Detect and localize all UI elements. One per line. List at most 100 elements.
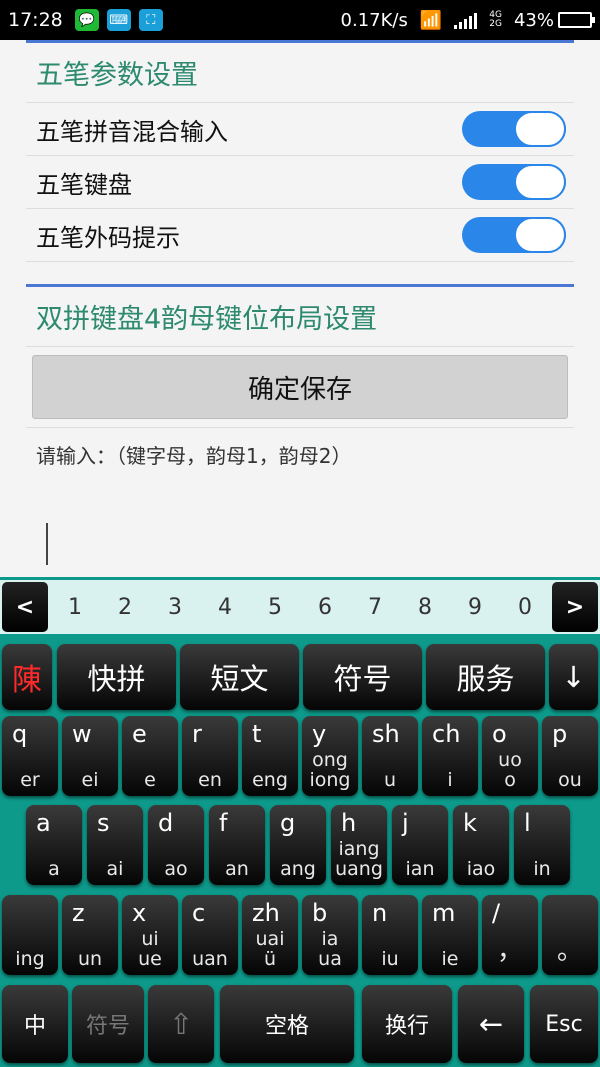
digit-key[interactable]: 2 [118, 595, 132, 620]
key-f[interactable]: f an [209, 805, 265, 885]
key-letter: t [252, 720, 262, 748]
wubi-code-hint-toggle[interactable] [462, 217, 566, 253]
key-finals: uo o [498, 749, 522, 791]
layout-input-field[interactable] [26, 520, 574, 580]
setting-label: 五笔拼音混合输入 [36, 117, 228, 146]
key-finals: u [383, 769, 397, 791]
duanwen-button[interactable]: 短文 [180, 644, 299, 710]
scroll-right-button[interactable]: > [552, 582, 598, 632]
key-finals: iu [381, 948, 399, 970]
key-s[interactable]: s ai [87, 805, 143, 885]
key-punct-9[interactable]: 。 [542, 895, 598, 975]
key-letter: l [524, 809, 531, 837]
key-letter: b [312, 899, 328, 927]
hide-keyboard-button[interactable]: ↓ [549, 644, 598, 710]
chinese-mode-key[interactable]: 中 [2, 985, 68, 1063]
keyboard-icon: ⌨ [106, 9, 131, 31]
digit-key[interactable]: 4 [218, 595, 232, 620]
setting-label: 五笔键盘 [36, 170, 132, 199]
setting-row-wubi-pinyin-mixed[interactable]: 五笔拼音混合输入 [26, 103, 574, 156]
key-finals: un [77, 948, 103, 970]
key-letter: k [463, 809, 477, 837]
key-z[interactable]: z un [62, 895, 118, 975]
key-j[interactable]: j ian [392, 805, 448, 885]
key-e[interactable]: ee [122, 716, 178, 796]
services-button[interactable]: 服务 [426, 644, 545, 710]
digit-key[interactable]: 0 [518, 595, 532, 620]
key-ch[interactable]: ch i [422, 716, 478, 796]
key-finals: in [533, 858, 551, 880]
key-zh[interactable]: zh uai ü [242, 895, 298, 975]
key-t[interactable]: t eng [242, 716, 298, 796]
key-a[interactable]: aa [26, 805, 82, 885]
key-r[interactable]: r en [182, 716, 238, 796]
key-/[interactable]: /， [482, 895, 538, 975]
key-q[interactable]: q er [2, 716, 58, 796]
key-l[interactable]: l in [514, 805, 570, 885]
key-finals: ai [106, 858, 124, 880]
key-finals: ei [81, 769, 99, 791]
key-m[interactable]: m ie [422, 895, 478, 975]
key-punct-0[interactable]: ing [2, 895, 58, 975]
key-letter: q [12, 720, 28, 748]
key-finals: iao [466, 858, 496, 880]
battery-percent: 43% [513, 9, 554, 31]
backspace-key[interactable]: ← [458, 985, 524, 1063]
key-finals: ie [441, 948, 459, 970]
digit-key[interactable]: 3 [168, 595, 182, 620]
save-button[interactable]: 确定保存 [32, 355, 568, 419]
input-hint: 请输入：（键字母，韵母1，韵母2） [36, 444, 352, 468]
symbol-mode-key[interactable]: 符号 [72, 985, 144, 1063]
key-p[interactable]: p ou [542, 716, 598, 796]
backspace-icon: ← [478, 1007, 504, 1041]
digit-key[interactable]: 6 [318, 595, 332, 620]
signal-icon [454, 11, 478, 29]
key-finals: a [48, 858, 60, 880]
key-letter: a [36, 809, 51, 837]
enter-key[interactable]: 换行 [362, 985, 452, 1063]
key-sh[interactable]: sh u [362, 716, 418, 796]
ime-logo-button[interactable]: 陳 [2, 644, 52, 710]
key-c[interactable]: c uan [182, 895, 238, 975]
key-letter: sh [372, 720, 400, 748]
key-letter: j [402, 809, 409, 837]
symbols-button[interactable]: 符号 [303, 644, 422, 710]
key-letter: c [192, 899, 206, 927]
key-finals: 。 [556, 936, 583, 966]
status-time: 17:28 [8, 9, 63, 31]
wubi-pinyin-mixed-toggle[interactable] [462, 111, 566, 147]
key-letter: g [280, 809, 296, 837]
digit-key[interactable]: 7 [368, 595, 382, 620]
setting-row-wubi-keyboard[interactable]: 五笔键盘 [26, 156, 574, 209]
digit-key[interactable]: 9 [468, 595, 482, 620]
ime-keyboard: < 1234567890 > 陳 快拼 短文 符号 服务 ↓ q er w ei e e r… [0, 577, 600, 1067]
esc-key[interactable]: Esc [530, 985, 598, 1063]
shift-key[interactable]: ⇧ [148, 985, 214, 1063]
shuangpin-section-title: 双拼键盘4韵母键位布局设置 [26, 287, 574, 347]
key-finals: eng [252, 769, 288, 791]
key-finals: e [144, 769, 156, 791]
key-g[interactable]: g ang [270, 805, 326, 885]
wubi-section-title: 五笔参数设置 [26, 43, 574, 103]
digit-key[interactable]: 1 [68, 595, 82, 620]
candidate-bar: < 1 2 3 4 5 6 7 8 9 0 > [0, 580, 600, 634]
key-w[interactable]: w ei [62, 716, 118, 796]
digit-key[interactable]: 8 [418, 595, 432, 620]
key-b[interactable]: b ia ua [302, 895, 358, 975]
digit-key[interactable]: 5 [268, 595, 282, 620]
key-o[interactable]: o uo o [482, 716, 538, 796]
kuaipin-button[interactable]: 快拼 [57, 644, 176, 710]
space-key[interactable]: 空格 [220, 985, 354, 1063]
key-d[interactable]: d ao [148, 805, 204, 885]
scroll-left-button[interactable]: < [2, 582, 48, 632]
key-k[interactable]: k iao [453, 805, 509, 885]
key-x[interactable]: x ui ue [122, 895, 178, 975]
key-n[interactable]: n iu [362, 895, 418, 975]
key-y[interactable]: y ong iong [302, 716, 358, 796]
setting-row-wubi-code-hint[interactable]: 五笔外码提示 [26, 209, 574, 262]
key-letter: y [312, 720, 327, 748]
key-finals: i [447, 769, 453, 791]
wubi-keyboard-toggle[interactable] [462, 164, 566, 200]
key-h[interactable]: h iang uang [331, 805, 387, 885]
key-letter: r [192, 720, 202, 748]
